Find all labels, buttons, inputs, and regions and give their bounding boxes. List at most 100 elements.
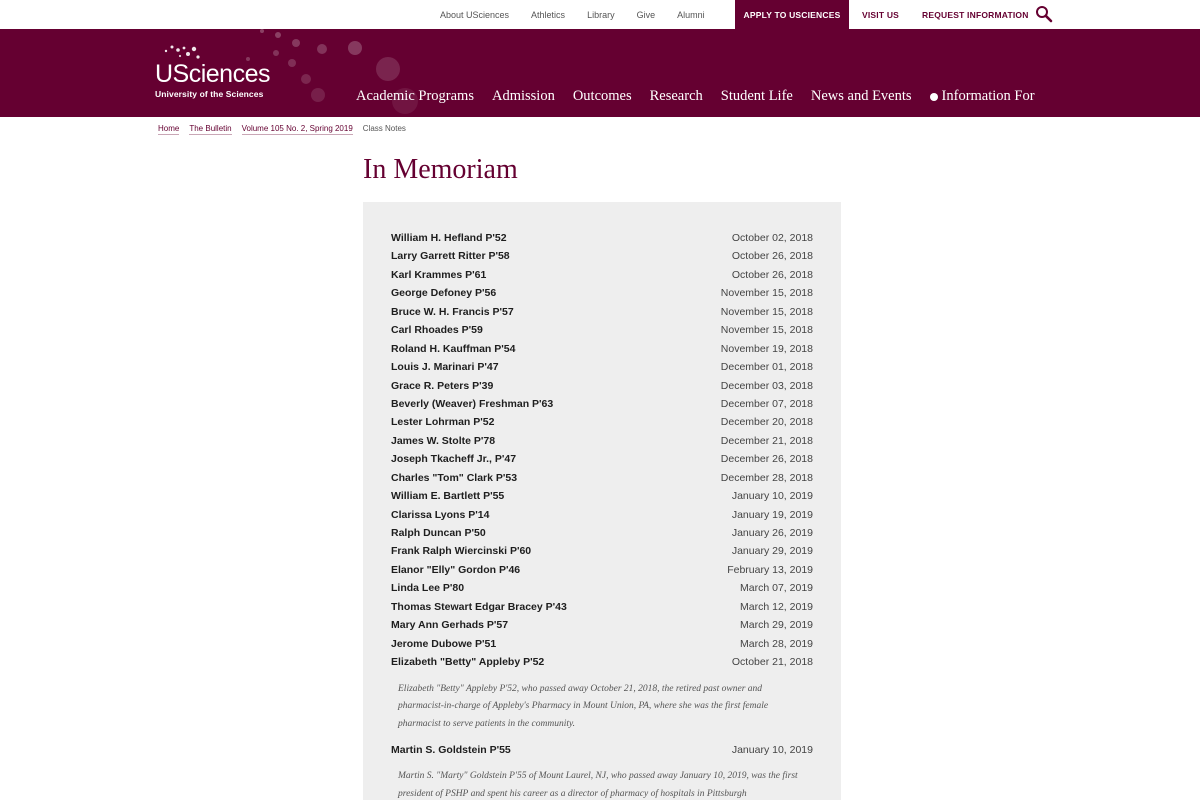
breadcrumb-bulletin[interactable]: The Bulletin [189,124,232,135]
memoriam-row: Carl Rhoades P'59 November 15, 2018 [391,322,813,340]
utility-links: About USciences Athletics Library Give A… [440,0,727,29]
memoriam-date: October 26, 2018 [731,250,813,263]
logo-subtitle: University of the Sciences [155,89,264,99]
memoriam-date: December 26, 2018 [720,453,813,466]
nav-news-events[interactable]: News and Events [811,88,912,105]
memoriam-row: Jerome Dubowe P'51 March 28, 2019 [391,636,813,654]
memoriam-row: Clarissa Lyons P'14 January 19, 2019 [391,507,813,525]
visit-link[interactable]: VISIT US [862,0,899,29]
memoriam-name: Bruce W. H. Francis P'57 [391,305,514,318]
memoriam-row: Bruce W. H. Francis P'57 November 15, 201… [391,304,813,322]
memoriam-name: Charles "Tom" Clark P'53 [391,471,518,484]
memoriam-date: January 19, 2019 [731,508,813,521]
memoriam-row: Ralph Duncan P'50 January 26, 2019 [391,525,813,543]
memoriam-row: James W. Stolte P'78 December 21, 2018 [391,433,813,451]
memoriam-date: March 12, 2019 [740,600,813,613]
memoriam-name: Larry Garrett Ritter P'58 [391,250,510,263]
alumni-link[interactable]: Alumni [677,10,705,20]
memoriam-name: Lester Lohrman P'52 [391,416,495,429]
memoriam-name: Elizabeth "Betty" Appleby P'52 [391,656,545,669]
memoriam-name: Karl Krammes P'61 [391,268,487,281]
breadcrumb-home[interactable]: Home [158,124,180,135]
nav-information-for[interactable]: Information For [929,88,1035,105]
about-link[interactable]: About USciences [440,10,509,20]
appleby-obituary-note: Elizabeth "Betty" Appleby P'52, who pass… [398,683,769,729]
memoriam-name: Clarissa Lyons P'14 [391,508,490,521]
memoriam-row: Beverly (Weaver) Freshman P'63 December 0… [391,396,813,414]
memoriam-date: December 21, 2018 [720,434,813,447]
memoriam-date: October 21, 2018 [731,656,813,669]
memoriam-date: December 07, 2018 [720,397,813,410]
memoriam-date: November 15, 2018 [720,305,813,318]
memoriam-row: Lester Lohrman P'52 December 20, 2018 [391,414,813,432]
breadcrumb-current: Class Notes [362,124,406,133]
memoriam-date: December 20, 2018 [720,416,813,429]
nav-student-life[interactable]: Student Life [721,88,793,105]
memoriam-row: George Defoney P'56 November 15, 2018 [391,285,813,303]
request-info-link[interactable]: REQUEST INFORMATION [922,0,1029,29]
memoriam-row: Elizabeth "Betty" Appleby P'52 October 21… [391,654,813,672]
nav-information-for-label: Information For [941,88,1035,104]
memoriam-row: William E. Bartlett P'55 January 10, 2019 [391,488,813,506]
search-icon[interactable] [1035,5,1053,23]
memoriam-name: George Defoney P'56 [391,287,497,300]
memoriam-date: November 15, 2018 [720,324,813,337]
breadcrumb: Home The Bulletin Volume 105 No. 2, Spri… [158,124,416,135]
memoriam-date: March 07, 2019 [740,582,813,595]
nav-admission[interactable]: Admission [492,88,555,105]
memoriam-row: Charles "Tom" Clark P'53 December 28, 201… [391,470,813,488]
main-nav: Academic Programs Admission Outcomes Res… [356,88,1035,105]
memoriam-row: Linda Lee P'80 March 07, 2019 [391,580,813,598]
memoriam-name: Elanor "Elly" Gordon P'46 [391,563,521,576]
usciences-logo[interactable]: USciences University of the Sciences [155,60,271,100]
memoriam-date: January 10, 2019 [731,744,813,756]
page-title: In Memoriam [363,154,518,185]
memoriam-date: October 26, 2018 [731,268,813,281]
logo-wordmark: USciences [155,60,271,88]
memoriam-row: Roland H. Kauffman P'54 November 19, 2018 [391,341,813,359]
breadcrumb-volume[interactable]: Volume 105 No. 2, Spring 2019 [241,124,353,135]
memoriam-name: Grace R. Peters P'39 [391,379,494,392]
memoriam-row: Elanor "Elly" Gordon P'46 February 13, 20… [391,562,813,580]
give-link[interactable]: Give [637,10,656,20]
memoriam-row: Larry Garrett Ritter P'58 October 26, 201… [391,248,813,266]
utility-bar: About USciences Athletics Library Give A… [0,0,1200,29]
memoriam-date: February 13, 2019 [727,563,813,576]
memoriam-name: Thomas Stewart Edgar Bracey P'43 [391,600,567,613]
memoriam-date: November 15, 2018 [720,287,813,300]
memoriam-date: January 26, 2019 [731,527,813,539]
library-link[interactable]: Library [587,10,615,20]
memoriam-name: Joseph Tkacheff Jr., P'47 [391,453,517,466]
nav-outcomes[interactable]: Outcomes [573,88,632,105]
memoriam-date: March 29, 2019 [740,619,813,632]
apply-button[interactable]: APPLY TO USCIENCES [735,0,849,29]
memoriam-name: William E. Bartlett P'55 [391,490,505,503]
memoriam-list: William H. Hefland P'52 October 02, 2018 … [391,230,813,800]
memoriam-box: William H. Hefland P'52 October 02, 2018 … [363,202,841,800]
memoriam-name: Ralph Duncan P'50 [391,527,486,539]
memoriam-date: March 28, 2019 [740,637,813,650]
memoriam-row: Martin S. Goldstein P'55 January 10, 2019 [391,742,813,760]
memoriam-name: William H. Hefland P'52 [391,232,507,244]
memoriam-date: December 01, 2018 [720,361,813,374]
memoriam-date: January 10, 2019 [731,490,813,503]
memoriam-date: December 28, 2018 [720,471,813,484]
nav-academic-programs[interactable]: Academic Programs [356,88,474,105]
memoriam-name: James W. Stolte P'78 [391,434,496,447]
memoriam-name: Martin S. Goldstein P'55 [391,744,511,756]
athletics-link[interactable]: Athletics [531,10,565,20]
memoriam-row: Grace R. Peters P'39 December 03, 2018 [391,378,813,396]
nav-research[interactable]: Research [650,88,703,105]
memoriam-date: October 02, 2018 [731,232,813,244]
memoriam-name: Mary Ann Gerhads P'57 [391,619,509,632]
site-header: USciences University of the Sciences Aca… [0,29,1200,117]
memoriam-name: Linda Lee P'80 [391,582,465,595]
memoriam-row: Thomas Stewart Edgar Bracey P'43 March 12… [391,599,813,617]
memoriam-name: Beverly (Weaver) Freshman P'63 [391,397,554,410]
goldstein-obituary-note: Martin S. "Marty" Goldstein P'55 of Moun… [398,771,798,799]
memoriam-name: Roland H. Kauffman P'54 [391,342,516,355]
memoriam-name: Carl Rhoades P'59 [391,324,483,337]
memoriam-name: Frank Ralph Wiercinski P'60 [391,545,532,558]
memoriam-row: Frank Ralph Wiercinski P'60 January 29, 2… [391,543,813,561]
memoriam-row: Joseph Tkacheff Jr., P'47 December 26, 20… [391,451,813,469]
